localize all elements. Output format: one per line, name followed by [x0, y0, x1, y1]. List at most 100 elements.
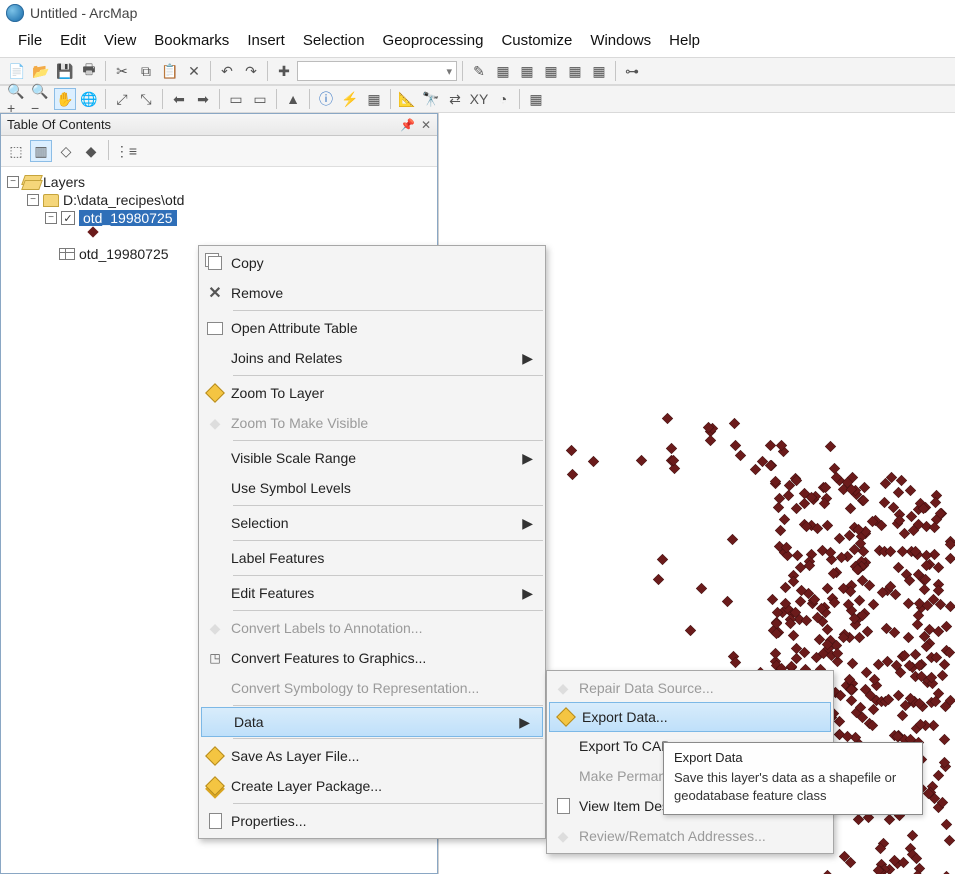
menu-item-label: Convert Labels to Annotation... [231, 620, 513, 636]
html-popup-icon[interactable]: ▦ [363, 88, 385, 110]
save-icon[interactable]: 💾 [54, 60, 76, 82]
menu-item-save-as-layer-file[interactable]: Save As Layer File... [199, 741, 545, 771]
menu-item-zoom-to-layer[interactable]: Zoom To Layer [199, 378, 545, 408]
new-icon[interactable]: 📄 [6, 60, 28, 82]
window-title: Untitled - ArcMap [30, 5, 137, 21]
menu-item-convert-features-to-graphics[interactable]: ◳Convert Features to Graphics... [199, 643, 545, 673]
data-point [894, 563, 904, 573]
menu-windows[interactable]: Windows [590, 32, 651, 49]
go-to-xy-icon[interactable]: XY [468, 88, 490, 110]
editor-icon[interactable]: ✎ [468, 60, 490, 82]
hyperlink-icon[interactable]: ⚡ [339, 88, 361, 110]
zoom-in-icon[interactable]: 🔍+ [6, 88, 28, 110]
list-by-source-icon[interactable]: ▥ [30, 140, 52, 162]
measure-icon[interactable]: 📐 [396, 88, 418, 110]
scale-dropdown[interactable]: ▾ [297, 61, 457, 81]
zoom-out-icon[interactable]: 🔍− [30, 88, 52, 110]
menu-bookmarks[interactable]: Bookmarks [154, 32, 229, 49]
graphic-icon: ◳ [199, 651, 231, 665]
menu-item-label-features[interactable]: Label Features [199, 543, 545, 573]
menu-item-properties[interactable]: Properties... [199, 806, 545, 836]
find-route-icon[interactable]: ⇄ [444, 88, 466, 110]
menu-customize[interactable]: Customize [501, 32, 572, 49]
time-slider-icon[interactable]: ◔ [492, 88, 514, 110]
menu-item-selection[interactable]: Selection▶ [199, 508, 545, 538]
create-viewer-icon[interactable]: ▦ [525, 88, 547, 110]
data-point [908, 831, 918, 841]
menu-item-label: Selection [231, 515, 513, 531]
data-point [946, 602, 955, 612]
data-point [799, 498, 809, 508]
menu-item-open-attribute-table[interactable]: Open Attribute Table [199, 313, 545, 343]
menu-insert[interactable]: Insert [247, 32, 285, 49]
menu-file[interactable]: File [18, 32, 42, 49]
redo-icon[interactable]: ↷ [240, 60, 262, 82]
paste-icon[interactable]: 📋 [159, 60, 181, 82]
fixed-zoom-in-icon[interactable]: ⤢ [111, 88, 133, 110]
data-point [934, 586, 944, 596]
options-icon[interactable]: ⋮≡ [115, 140, 137, 162]
layer-context-menu: Copy✕Remove Open Attribute TableJoins and… [198, 245, 546, 839]
fwd-icon[interactable]: ➡ [192, 88, 214, 110]
find-icon[interactable]: 🔭 [420, 88, 442, 110]
paper-icon [199, 813, 231, 829]
data-point [796, 597, 806, 607]
menu-item-label: Convert Symbology to Representation... [231, 680, 513, 696]
menu-view[interactable]: View [104, 32, 136, 49]
identify-icon[interactable]: ⓘ [315, 88, 337, 110]
delete-icon[interactable]: ✕ [183, 60, 205, 82]
collapse-icon[interactable]: − [7, 176, 19, 188]
menu-item-remove[interactable]: ✕Remove [199, 278, 545, 308]
copy-icon[interactable]: ⧉ [135, 60, 157, 82]
full-extent-icon[interactable]: 🌐 [78, 88, 100, 110]
data-point [697, 584, 707, 594]
data-point [896, 668, 906, 678]
add-data-icon[interactable]: ✚ [273, 60, 295, 82]
tree-root[interactable]: − Layers [7, 173, 433, 191]
data-point [859, 496, 869, 506]
menu-item-edit-features[interactable]: Edit Features▶ [199, 578, 545, 608]
model-builder-icon[interactable]: ⊶ [621, 60, 643, 82]
open-icon[interactable]: 📂 [30, 60, 52, 82]
menu-item-copy[interactable]: Copy [199, 248, 545, 278]
collapse-icon[interactable]: − [27, 194, 39, 206]
menu-item-create-layer-package[interactable]: Create Layer Package... [199, 771, 545, 801]
select-icon[interactable]: ▭ [225, 88, 247, 110]
pin-icon[interactable]: 📌 [400, 118, 415, 132]
close-icon[interactable]: ✕ [421, 118, 431, 132]
menu-selection[interactable]: Selection [303, 32, 365, 49]
catalog-icon[interactable]: ▦ [516, 60, 538, 82]
data-point [936, 600, 946, 610]
back-icon[interactable]: ⬅ [168, 88, 190, 110]
layer-checkbox[interactable]: ✓ [61, 211, 75, 225]
cut-icon[interactable]: ✂ [111, 60, 133, 82]
search-icon[interactable]: ▦ [540, 60, 562, 82]
menu-item-joins-and-relates[interactable]: Joins and Relates▶ [199, 343, 545, 373]
collapse-icon[interactable]: − [45, 212, 57, 224]
pointer-icon[interactable]: ▲ [282, 88, 304, 110]
list-by-visibility-icon[interactable]: ◇ [55, 140, 77, 162]
fixed-zoom-out-icon[interactable]: ⤡ [135, 88, 157, 110]
list-by-drawing-order-icon[interactable]: ⬚ [5, 140, 27, 162]
menu-geoprocessing[interactable]: Geoprocessing [383, 32, 484, 49]
data-point [942, 820, 952, 830]
separator [162, 89, 163, 109]
menu-edit[interactable]: Edit [60, 32, 86, 49]
tree-layer-selected[interactable]: − ✓ otd_19980725 [7, 209, 433, 227]
folder-icon [43, 194, 59, 207]
python-icon[interactable]: ▦ [588, 60, 610, 82]
menu-item-export-data[interactable]: Export Data... [549, 702, 831, 732]
menu-item-use-symbol-levels[interactable]: Use Symbol Levels [199, 473, 545, 503]
undo-icon[interactable]: ↶ [216, 60, 238, 82]
tree-folder[interactable]: − D:\data_recipes\otd [7, 191, 433, 209]
pan-icon[interactable]: ✋ [54, 88, 76, 110]
menu-item-data[interactable]: Data▶ [201, 707, 543, 737]
toolbox-icon[interactable]: ▦ [564, 60, 586, 82]
menu-item-visible-scale-range[interactable]: Visible Scale Range▶ [199, 443, 545, 473]
window-icon[interactable]: ▦ [492, 60, 514, 82]
data-point [930, 523, 940, 533]
menu-help[interactable]: Help [669, 32, 700, 49]
clear-selection-icon[interactable]: ▭ [249, 88, 271, 110]
print-icon[interactable]: 🖶 [78, 60, 100, 82]
list-by-selection-icon[interactable]: ◆ [80, 140, 102, 162]
